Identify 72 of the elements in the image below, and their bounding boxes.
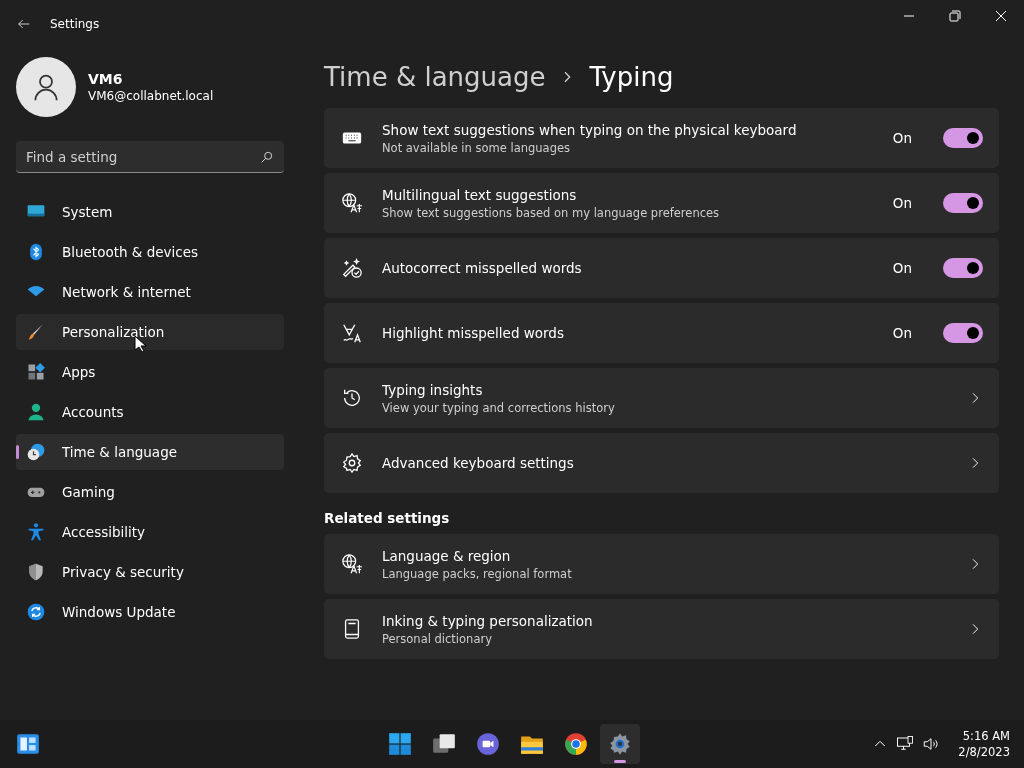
setting-card[interactable]: Show text suggestions when typing on the physical keyboard Not available in some languages On <box>324 108 999 168</box>
nav-item[interactable]: Apps <box>16 354 284 390</box>
setting-description: View your typing and corrections history <box>382 400 616 415</box>
setting-title: Advanced keyboard settings <box>382 455 575 471</box>
clock-time[interactable]: 5:16 AM <box>962 729 1010 743</box>
user-email: VM6@collabnet.local <box>88 89 214 103</box>
nav-item[interactable]: Bluetooth & devices <box>16 234 284 270</box>
accessibility-icon <box>26 522 46 542</box>
toggle-state-label: On <box>892 130 912 146</box>
avatar[interactable] <box>16 57 76 117</box>
close-icon <box>995 10 1007 22</box>
browser-icon <box>563 731 589 757</box>
setting-title: Inking & typing personalization <box>382 612 594 629</box>
network-wired-icon <box>896 735 915 753</box>
window-title: Settings <box>50 17 100 31</box>
setting-card[interactable]: Typing insights View your typing and corrections history <box>324 368 999 428</box>
update-icon <box>26 602 46 622</box>
setting-title: Show text suggestions when typing on the physical keyboard <box>382 121 798 138</box>
setting-description: Language packs, regional format <box>382 566 573 581</box>
language-icon <box>341 553 363 575</box>
toggle-switch[interactable] <box>943 323 983 343</box>
nav-item[interactable]: Windows Update <box>16 594 284 630</box>
windows-start-icon <box>387 731 413 757</box>
search-field[interactable]: Find a setting <box>16 141 284 173</box>
setting-card[interactable]: Autocorrect misspelled words On <box>324 238 999 298</box>
nav-item[interactable]: Personalization <box>16 314 284 350</box>
breadcrumb-link[interactable]: Time & language <box>324 62 546 92</box>
setting-card[interactable]: Inking & typing personalization Personal dictionary <box>324 599 999 659</box>
language-icon <box>341 192 363 214</box>
setting-card[interactable]: Language & region Language packs, regional format <box>324 534 999 594</box>
setting-card[interactable]: Advanced keyboard settings <box>324 433 999 493</box>
setting-description: Not available in some languages <box>382 140 571 155</box>
magic-wand-check-icon <box>341 257 363 279</box>
toggle-state-label: On <box>892 195 912 211</box>
volume-icon <box>922 735 941 753</box>
search-icon <box>260 150 274 164</box>
nav-item[interactable]: Network & internet <box>16 274 284 310</box>
apps-icon <box>26 362 46 382</box>
settings-icon <box>341 452 363 474</box>
toggle-state-label: On <box>892 325 912 341</box>
nav-item[interactable]: Accounts <box>16 394 284 430</box>
setting-card[interactable]: Multilingual text suggestions Show text suggestions based on my language preferences On <box>324 173 999 233</box>
history-icon <box>341 387 363 409</box>
setting-description: Show text suggestions based on my language preferences <box>382 205 721 220</box>
setting-title: Autocorrect misspelled words <box>382 260 583 276</box>
shield-icon <box>26 562 46 582</box>
video-chat-icon <box>475 731 501 757</box>
spelling-icon <box>341 322 363 344</box>
user-name: VM6 <box>88 71 124 87</box>
setting-description: Personal dictionary <box>382 631 493 646</box>
page-title: Typing <box>589 62 674 92</box>
nav-item[interactable]: Accessibility <box>16 514 284 550</box>
setting-title: Multilingual text suggestions <box>382 186 578 203</box>
mouse-pointer-icon <box>134 335 146 353</box>
restore-icon <box>949 10 961 22</box>
toggle-switch[interactable] <box>943 193 983 213</box>
nav-item[interactable]: Time & language <box>16 434 284 470</box>
toggle-switch[interactable] <box>943 128 983 148</box>
section-heading: Related settings <box>324 510 451 526</box>
toggle-state-label: On <box>892 260 912 276</box>
toggle-switch[interactable] <box>943 258 983 278</box>
person-icon <box>26 402 46 422</box>
clock-date[interactable]: 2/8/2023 <box>958 745 1010 759</box>
setting-card[interactable]: Highlight misspelled words On <box>324 303 999 363</box>
setting-title: Typing insights <box>382 381 484 398</box>
nav-item[interactable]: System <box>16 194 284 230</box>
clock-globe-icon <box>26 442 46 462</box>
widgets-icon <box>15 731 41 757</box>
setting-title: Language & region <box>382 547 512 564</box>
setting-title: Highlight misspelled words <box>382 325 565 341</box>
nav-item[interactable]: Gaming <box>16 474 284 510</box>
nav-item[interactable]: Privacy & security <box>16 554 284 590</box>
